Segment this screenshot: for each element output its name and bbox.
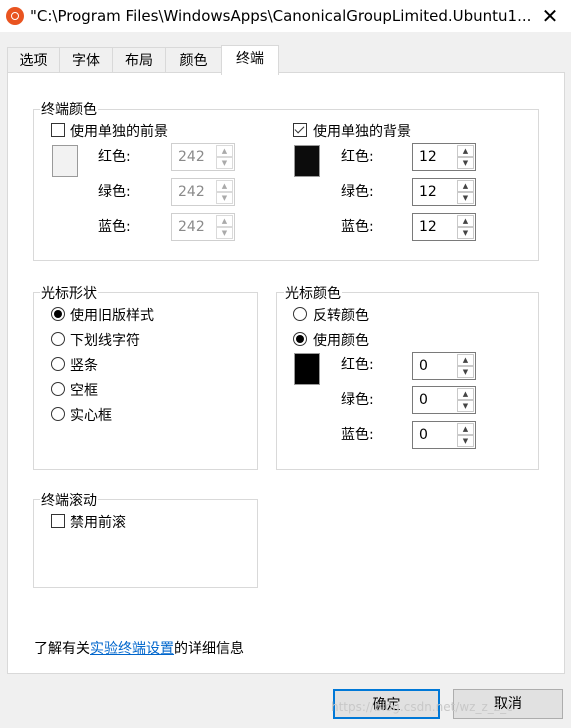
cursor-blue-value: 0 — [419, 427, 428, 443]
cursor-underscore-label: 下划线字符 — [70, 333, 140, 349]
invert-color-label: 反转颜色 — [313, 308, 369, 324]
up-arrow-icon[interactable]: ▲ — [216, 180, 233, 192]
info-prefix: 了解有关 — [34, 641, 90, 657]
cursor-red-label: 红色: — [341, 357, 374, 373]
use-color-radio[interactable] — [293, 332, 307, 346]
experimental-settings-link[interactable]: 实验终端设置 — [90, 641, 174, 657]
up-arrow-icon[interactable]: ▲ — [457, 215, 474, 227]
down-arrow-icon[interactable]: ▼ — [216, 157, 233, 169]
up-arrow-icon[interactable]: ▲ — [457, 354, 474, 366]
fg-green-spinner[interactable]: 242 ▲ ▼ — [171, 178, 235, 206]
down-arrow-icon[interactable]: ▼ — [216, 227, 233, 239]
ubuntu-icon — [6, 7, 24, 25]
cursor-empty-box-label: 空框 — [70, 383, 98, 399]
watermark: https://blog.csdn.net/wz_z_z_c — [331, 700, 513, 714]
fg-red-label: 红色: — [98, 149, 131, 165]
terminal-tab-panel: 终端颜色 使用单独的前景 红色: 242 ▲ ▼ 绿色: 242 ▲ ▼ 蓝色: 2… — [7, 72, 565, 674]
bg-red-label: 红色: — [341, 149, 374, 165]
cursor-bar-label: 竖条 — [70, 358, 98, 374]
up-arrow-icon[interactable]: ▲ — [216, 215, 233, 227]
bg-blue-value: 12 — [419, 219, 437, 235]
cursor-red-spinner[interactable]: 0 ▲ ▼ — [412, 352, 476, 380]
cursor-blue-spinner[interactable]: 0 ▲ ▼ — [412, 421, 476, 449]
close-button[interactable]: ✕ — [530, 0, 570, 32]
cursor-green-spinner[interactable]: 0 ▲ ▼ — [412, 386, 476, 414]
use-color-label: 使用颜色 — [313, 333, 369, 349]
separate-background-checkbox[interactable] — [293, 123, 307, 137]
fg-green-value: 242 — [178, 184, 205, 200]
fg-red-spinner[interactable]: 242 ▲ ▼ — [171, 143, 235, 171]
bg-red-spinner[interactable]: 12 ▲ ▼ — [412, 143, 476, 171]
tab-font[interactable]: 字体 — [59, 47, 113, 74]
cursor-shape-legend: 光标形状 — [40, 283, 98, 303]
fg-green-label: 绿色: — [98, 184, 131, 200]
fg-blue-spinner[interactable]: 242 ▲ ▼ — [171, 213, 235, 241]
separate-foreground-label: 使用单独的前景 — [70, 124, 168, 140]
cursor-legacy-label: 使用旧版样式 — [70, 308, 154, 324]
fg-red-value: 242 — [178, 149, 205, 165]
cursor-green-value: 0 — [419, 392, 428, 408]
down-arrow-icon[interactable]: ▼ — [457, 227, 474, 239]
cursor-bar-radio[interactable] — [51, 357, 65, 371]
bg-green-label: 绿色: — [341, 184, 374, 200]
down-arrow-icon[interactable]: ▼ — [457, 157, 474, 169]
cursor-solid-box-label: 实心框 — [70, 408, 112, 424]
up-arrow-icon[interactable]: ▲ — [216, 145, 233, 157]
fg-blue-label: 蓝色: — [98, 219, 131, 235]
cursor-blue-label: 蓝色: — [341, 427, 374, 443]
window-title: "C:\Program Files\WindowsApps\CanonicalG… — [30, 7, 532, 25]
cursor-green-label: 绿色: — [341, 392, 374, 408]
up-arrow-icon[interactable]: ▲ — [457, 180, 474, 192]
info-suffix: 的详细信息 — [174, 641, 244, 657]
bg-blue-spinner[interactable]: 12 ▲ ▼ — [412, 213, 476, 241]
down-arrow-icon[interactable]: ▼ — [216, 192, 233, 204]
bg-green-spinner[interactable]: 12 ▲ ▼ — [412, 178, 476, 206]
tab-layout[interactable]: 布局 — [112, 47, 166, 74]
down-arrow-icon[interactable]: ▼ — [457, 366, 474, 378]
bg-red-value: 12 — [419, 149, 437, 165]
separate-foreground-checkbox[interactable] — [51, 123, 65, 137]
invert-color-radio[interactable] — [293, 307, 307, 321]
info-line: 了解有关实验终端设置的详细信息 — [34, 638, 244, 658]
bg-green-value: 12 — [419, 184, 437, 200]
title-bar: "C:\Program Files\WindowsApps\CanonicalG… — [0, 0, 571, 32]
cursor-red-value: 0 — [419, 358, 428, 374]
cursor-underscore-radio[interactable] — [51, 332, 65, 346]
cursor-solid-box-radio[interactable] — [51, 407, 65, 421]
cursor-empty-box-radio[interactable] — [51, 382, 65, 396]
up-arrow-icon[interactable]: ▲ — [457, 388, 474, 400]
up-arrow-icon[interactable]: ▲ — [457, 423, 474, 435]
background-color-swatch — [294, 145, 320, 177]
disable-scroll-forward-label: 禁用前滚 — [70, 515, 126, 531]
tab-terminal[interactable]: 终端 — [221, 45, 279, 75]
up-arrow-icon[interactable]: ▲ — [457, 145, 474, 157]
down-arrow-icon[interactable]: ▼ — [457, 400, 474, 412]
fg-blue-value: 242 — [178, 219, 205, 235]
foreground-color-swatch — [52, 145, 78, 177]
cursor-color-swatch — [294, 353, 320, 385]
disable-scroll-forward-checkbox[interactable] — [51, 514, 65, 528]
tab-colors[interactable]: 颜色 — [165, 47, 222, 74]
separate-background-label: 使用单独的背景 — [313, 124, 411, 140]
down-arrow-icon[interactable]: ▼ — [457, 435, 474, 447]
tab-options[interactable]: 选项 — [7, 47, 60, 74]
cursor-color-legend: 光标颜色 — [284, 283, 342, 303]
terminal-scrolling-group — [33, 499, 258, 588]
down-arrow-icon[interactable]: ▼ — [457, 192, 474, 204]
cursor-legacy-radio[interactable] — [51, 307, 65, 321]
terminal-scrolling-legend: 终端滚动 — [40, 490, 98, 510]
terminal-colors-legend: 终端颜色 — [40, 99, 98, 119]
bg-blue-label: 蓝色: — [341, 219, 374, 235]
